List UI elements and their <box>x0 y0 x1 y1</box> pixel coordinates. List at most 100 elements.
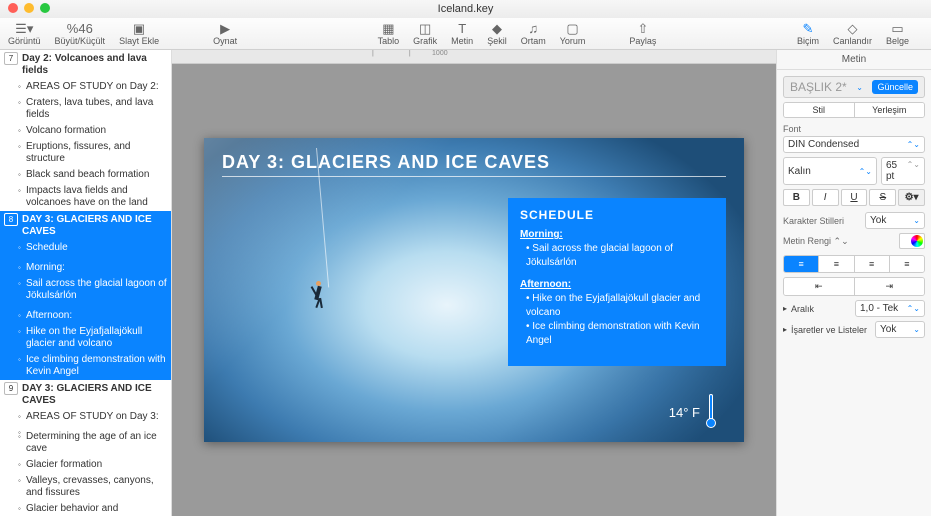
zoom-button[interactable]: %46Büyüt/Küçült <box>55 22 106 46</box>
outline-slide-header[interactable]: 8 DAY 3: GLACIERS AND ICE CAVES <box>0 211 171 240</box>
slide-number: 9 <box>4 382 18 395</box>
outline-bullet[interactable]: Craters, lava tubes, and lava fields <box>0 95 171 123</box>
outline-slide-title: DAY 3: GLACIERS AND ICE CAVES <box>22 382 167 407</box>
outline-bullet[interactable]: Morning: <box>0 260 171 276</box>
document-button[interactable]: ▭Belge <box>886 22 909 46</box>
outline-sidebar[interactable]: 7 Day 2: Volcanoes and lava fields AREAS O… <box>0 50 172 516</box>
spacing-disclosure[interactable]: Aralık <box>783 304 851 314</box>
slide-number: 8 <box>4 213 18 226</box>
outline-bullet[interactable]: AREAS OF STUDY on Day 2: <box>0 79 171 95</box>
font-weight-select[interactable]: Kalın⌃⌄ <box>783 157 877 185</box>
text-color-label: Metin Rengi ⌃⌄ <box>783 236 849 247</box>
temperature-indicator: 14° F <box>669 396 716 428</box>
ruler: | | 1000 <box>172 50 776 64</box>
temperature-value: 14° F <box>669 405 700 420</box>
schedule-item: Hike on the Eyjafjallajökull glacier and… <box>526 292 714 320</box>
outline-bullet[interactable]: AREAS OF STUDY on Day 3: <box>0 409 171 425</box>
slide[interactable]: DAY 3: GLACIERS AND ICE CAVES SCHEDULE M… <box>204 138 744 442</box>
char-styles-select[interactable]: Yok⌄ <box>865 212 925 229</box>
comment-button[interactable]: ▢Yorum <box>560 22 586 46</box>
outline-bullet[interactable]: Schedule <box>0 240 171 256</box>
strikethrough-button[interactable]: S <box>869 189 896 206</box>
gear-icon: ⚙▾ <box>905 192 919 203</box>
outline-bullet[interactable]: Sail across the glacial lagoon of Jökuls… <box>0 276 171 304</box>
outline-bullet[interactable]: Glacier formation <box>0 457 171 473</box>
outline-slide-header[interactable]: 7 Day 2: Volcanoes and lava fields <box>0 50 171 79</box>
spacing-select[interactable]: 1,0 - Tek⌃⌄ <box>855 300 925 317</box>
play-button[interactable]: ▶Oynat <box>213 22 237 46</box>
align-left-button[interactable]: ≡ <box>784 256 818 272</box>
outline-slide-header[interactable]: 9 DAY 3: GLACIERS AND ICE CAVES <box>0 380 171 409</box>
text-button[interactable]: TMetin <box>451 22 473 46</box>
inspector-tab[interactable]: Metin <box>777 50 931 70</box>
minimize-window-button[interactable] <box>24 3 34 13</box>
outline-bullet[interactable]: Hike on the Eyjafjallajökull glacier and… <box>0 324 171 352</box>
align-justify-button[interactable]: ≡ <box>889 256 924 272</box>
canvas-area: | | 1000 DAY 3: GLACIERS AND ICE CAVES S… <box>172 50 776 516</box>
view-button[interactable]: ☰▾Görüntü <box>8 22 41 46</box>
outline-bullet[interactable]: Afternoon: <box>0 308 171 324</box>
add-slide-button[interactable]: ▣Slayt Ekle <box>119 22 159 46</box>
afternoon-label: Afternoon: <box>520 279 571 290</box>
char-styles-label: Karakter Stilleri <box>783 216 844 226</box>
schedule-box[interactable]: SCHEDULE Morning: Sail across the glacia… <box>508 198 726 366</box>
close-window-button[interactable] <box>8 3 18 13</box>
outline-bullet[interactable]: Ice climbing demonstration with Kevin An… <box>0 352 171 380</box>
indent-button[interactable]: ⇥ <box>854 278 925 295</box>
outline-bullet[interactable]: Black sand beach formation <box>0 167 171 183</box>
bold-button[interactable]: B <box>783 189 810 206</box>
format-inspector: Metin BAŞLIK 2* ⌄ Güncelle Stil Yerleşim… <box>776 50 931 516</box>
slide-number: 7 <box>4 52 18 65</box>
climber-graphic <box>309 278 327 308</box>
schedule-heading: SCHEDULE <box>520 208 714 222</box>
chevron-down-icon: ⌄ <box>856 83 863 92</box>
share-button[interactable]: ⇧Paylaş <box>629 22 656 46</box>
schedule-item: Sail across the glacial lagoon of Jökuls… <box>526 242 714 270</box>
outline-bullet[interactable]: Determining the age of an ice cave <box>0 429 171 457</box>
font-family-select[interactable]: DIN Condensed⌃⌄ <box>783 136 925 153</box>
advanced-options-button[interactable]: ⚙▾ <box>898 189 925 206</box>
outline-bullet[interactable]: Glacier behavior and movement <box>0 501 171 516</box>
fullscreen-window-button[interactable] <box>40 3 50 13</box>
thermometer-icon <box>706 396 716 428</box>
outline-slide-title: Day 2: Volcanoes and lava fields <box>22 52 167 77</box>
slide-title[interactable]: DAY 3: GLACIERS AND ICE CAVES <box>222 152 550 173</box>
chevron-updown-icon: ⌃⌄ <box>859 167 872 176</box>
chart-button[interactable]: ◫Grafik <box>413 22 437 46</box>
update-style-button[interactable]: Güncelle <box>872 80 918 94</box>
align-center-button[interactable]: ≡ <box>818 256 853 272</box>
outline-slide-title: DAY 3: GLACIERS AND ICE CAVES <box>22 213 167 238</box>
outline-bullet[interactable]: Valleys, crevasses, canyons, and fissure… <box>0 473 171 501</box>
animate-button[interactable]: ◇Canlandır <box>833 22 872 46</box>
toolbar: ☰▾Görüntü %46Büyüt/Küçült ▣Slayt Ekle ▶O… <box>0 18 931 50</box>
outline-bullet[interactable]: Impacts lava fields and volcanoes have o… <box>0 183 171 211</box>
font-section-label: Font <box>783 124 925 134</box>
window-controls <box>8 3 50 13</box>
paragraph-style-select[interactable]: BAŞLIK 2* ⌄ Güncelle <box>783 76 925 98</box>
italic-button[interactable]: I <box>812 189 839 206</box>
schedule-item: Ice climbing demonstration with Kevin An… <box>526 320 714 348</box>
shape-button[interactable]: ◆Şekil <box>487 22 507 46</box>
chevron-updown-icon: ⌃⌄ <box>907 140 920 149</box>
format-button[interactable]: ✎Biçim <box>797 22 819 46</box>
underline-button[interactable]: U <box>841 189 868 206</box>
morning-label: Morning: <box>520 229 563 240</box>
indent-segment[interactable]: ⇤ ⇥ <box>783 277 925 296</box>
horizontal-align-segment[interactable]: ≡ ≡ ≡ ≡ <box>783 255 925 273</box>
outdent-button[interactable]: ⇤ <box>784 278 854 295</box>
slide-title-underline <box>222 176 726 177</box>
bullets-disclosure[interactable]: İşaretler ve Listeler <box>783 325 871 335</box>
bullets-select[interactable]: Yok⌄ <box>875 321 925 338</box>
seg-layout[interactable]: Yerleşim <box>854 103 925 117</box>
font-size-field[interactable]: 65 pt⌃⌄ <box>881 157 925 185</box>
window-title: Iceland.key <box>438 3 494 15</box>
align-right-button[interactable]: ≡ <box>854 256 889 272</box>
outline-bullet[interactable]: Eruptions, fissures, and structure <box>0 139 171 167</box>
seg-style[interactable]: Stil <box>784 103 854 117</box>
window-titlebar: Iceland.key <box>0 0 931 18</box>
text-color-well[interactable] <box>899 233 925 249</box>
outline-bullet[interactable]: Volcano formation <box>0 123 171 139</box>
table-button[interactable]: ▦Tablo <box>378 22 400 46</box>
style-layout-segment[interactable]: Stil Yerleşim <box>783 102 925 118</box>
media-button[interactable]: ♫Ortam <box>521 22 546 46</box>
